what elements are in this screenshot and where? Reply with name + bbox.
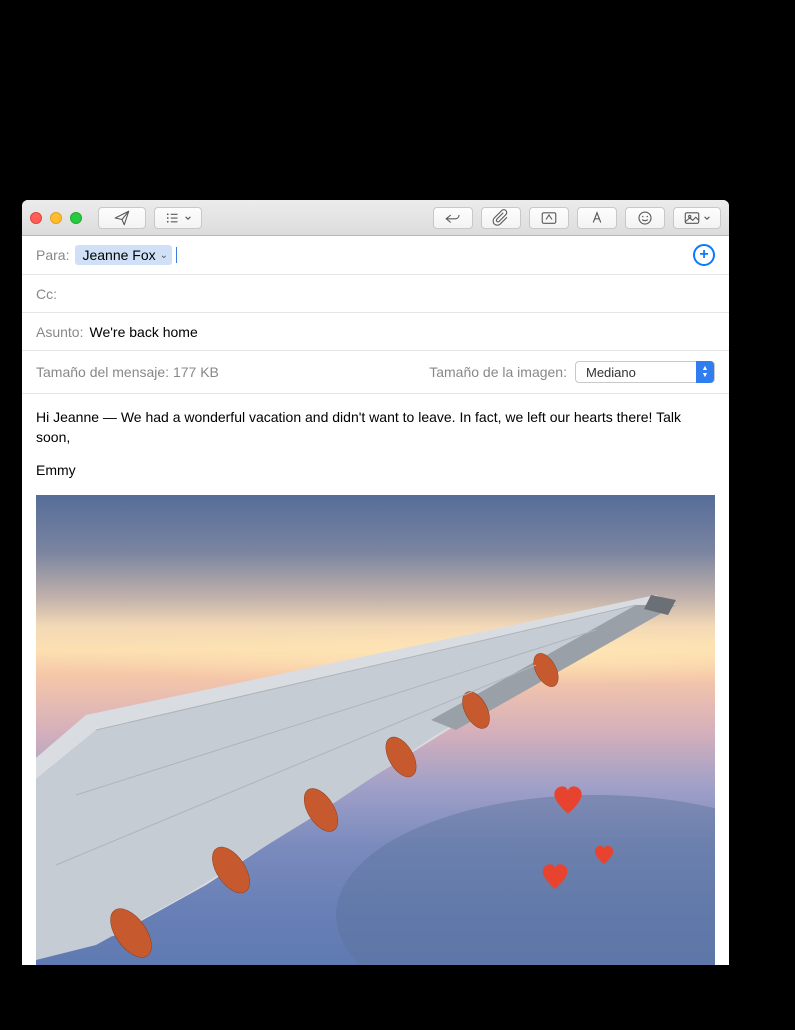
photo-browser-button[interactable] <box>673 207 721 229</box>
reply-arrow-icon <box>444 209 462 227</box>
plus-icon: + <box>699 246 708 264</box>
subject-value: We're back home <box>89 324 715 340</box>
message-size-label: Tamaño del mensaje: 177 KB <box>36 364 219 380</box>
image-size-select[interactable]: Mediano ▲ ▼ <box>575 361 715 383</box>
close-button[interactable] <box>30 212 42 224</box>
cc-row[interactable]: Cc: <box>22 275 729 313</box>
recipient-name: Jeanne Fox <box>82 247 155 263</box>
subject-row[interactable]: Asunto: We're back home <box>22 313 729 351</box>
attach-button[interactable] <box>481 207 521 229</box>
paperclip-icon <box>492 209 510 227</box>
titlebar <box>22 200 729 236</box>
header-fields-area: Para: Jeanne Fox ⌄ + Cc: Asunto: We're b… <box>22 236 729 394</box>
markup-icon <box>540 209 558 227</box>
to-row[interactable]: Para: Jeanne Fox ⌄ + <box>22 236 729 275</box>
add-contact-button[interactable]: + <box>693 244 715 266</box>
chevron-down-icon <box>184 214 192 222</box>
image-size-value: Mediano <box>586 365 636 380</box>
heart-sticker-icon <box>593 845 615 865</box>
minimize-button[interactable] <box>50 212 62 224</box>
chevron-down-icon <box>703 214 711 222</box>
image-size-label: Tamaño de la imagen: <box>429 364 567 380</box>
compose-window: Para: Jeanne Fox ⌄ + Cc: Asunto: We're b… <box>22 200 729 965</box>
window-controls <box>30 212 82 224</box>
recipient-chip[interactable]: Jeanne Fox ⌄ <box>75 245 172 265</box>
send-button[interactable] <box>98 207 146 229</box>
list-icon <box>164 209 182 227</box>
header-fields-button[interactable] <box>154 207 202 229</box>
to-label: Para: <box>36 247 69 263</box>
size-info-row: Tamaño del mensaje: 177 KB Tamaño de la … <box>22 351 729 394</box>
select-stepper-icon: ▲ ▼ <box>696 361 714 383</box>
heart-sticker-icon <box>540 863 570 890</box>
maximize-button[interactable] <box>70 212 82 224</box>
text-cursor <box>176 247 177 263</box>
photo-icon <box>683 209 701 227</box>
message-body[interactable]: Hi Jeanne — We had a wonderful vacation … <box>22 394 729 965</box>
attached-photo[interactable] <box>36 495 715 965</box>
emoji-icon <box>636 209 654 227</box>
photo-wing <box>36 495 715 965</box>
subject-label: Asunto: <box>36 324 83 340</box>
emoji-button[interactable] <box>625 207 665 229</box>
cc-label: Cc: <box>36 286 57 302</box>
paper-plane-icon <box>113 209 131 227</box>
reply-button[interactable] <box>433 207 473 229</box>
signature-text: Emmy <box>36 461 715 481</box>
heart-sticker-icon <box>551 785 585 815</box>
markup-button[interactable] <box>529 207 569 229</box>
format-button[interactable] <box>577 207 617 229</box>
chevron-down-icon: ⌄ <box>160 250 168 261</box>
text-format-icon <box>588 209 606 227</box>
body-text: Hi Jeanne — We had a wonderful vacation … <box>36 408 715 447</box>
